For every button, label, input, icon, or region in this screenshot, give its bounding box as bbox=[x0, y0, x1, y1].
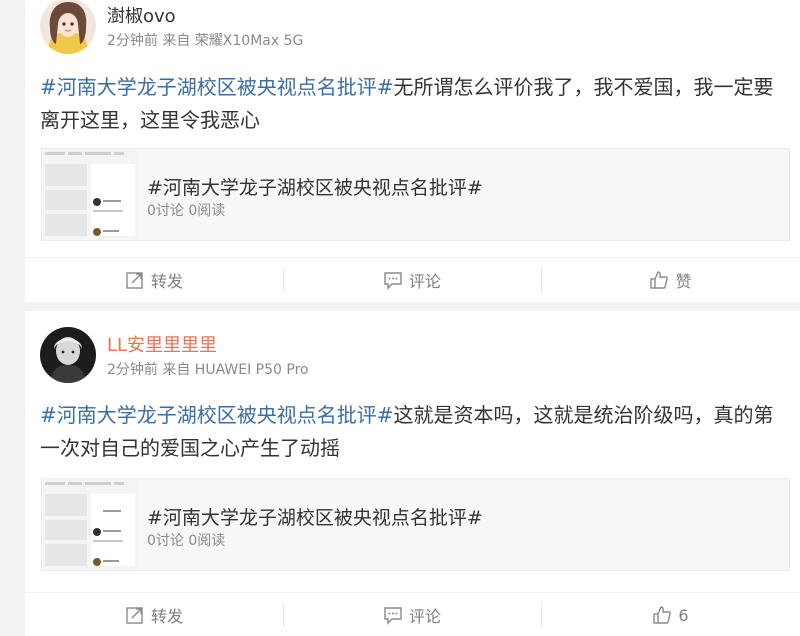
comment-label: 评论 bbox=[408, 272, 441, 291]
hashtag-link[interactable]: #河南大学龙子湖校区被央视点名批评# bbox=[40, 75, 394, 99]
topic-thumbnail bbox=[43, 480, 137, 569]
topic-title[interactable]: #河南大学龙子湖校区被央视点名批评# bbox=[147, 176, 483, 200]
like-count: 6 bbox=[678, 605, 689, 625]
action-bar: 转发 评论 赞 bbox=[25, 257, 800, 301]
username[interactable]: 澍椒ovo bbox=[107, 6, 176, 28]
repost-icon bbox=[126, 272, 143, 289]
repost-label: 转发 bbox=[150, 272, 183, 291]
avatar[interactable] bbox=[40, 327, 96, 383]
topic-stats: 0讨论 0阅读 bbox=[147, 203, 226, 219]
thumbs-up-icon bbox=[653, 606, 672, 624]
weibo-post: LL安里里里里 2分钟前 来自 HUAWEI P50 Pro #河南大学龙子湖校… bbox=[25, 311, 800, 636]
shared-topic-card[interactable]: #河南大学龙子湖校区被央视点名批评# 0讨论 0阅读 bbox=[41, 478, 790, 571]
weibo-post: 澍椒ovo 2分钟前 来自 荣耀X10Max 5G #河南大学龙子湖校区被央视点… bbox=[25, 0, 800, 302]
post-text: #河南大学龙子湖校区被央视点名批评#无所谓怎么评价我了，我不爱国，我一定要离开这… bbox=[40, 71, 785, 137]
comment-button[interactable]: 评论 bbox=[283, 593, 541, 636]
hashtag-link[interactable]: #河南大学龙子湖校区被央视点名批评# bbox=[40, 403, 394, 427]
comment-label: 评论 bbox=[408, 607, 441, 626]
action-bar: 转发 评论 6 bbox=[25, 592, 800, 636]
shared-topic-card[interactable]: #河南大学龙子湖校区被央视点名批评# 0讨论 0阅读 bbox=[41, 148, 790, 241]
repost-button[interactable]: 转发 bbox=[25, 593, 283, 636]
repost-button[interactable]: 转发 bbox=[25, 258, 283, 302]
like-label: 赞 bbox=[675, 272, 692, 291]
username[interactable]: LL安里里里里 bbox=[107, 335, 217, 357]
topic-thumbnail bbox=[43, 150, 137, 239]
post-meta: 2分钟前 来自 荣耀X10Max 5G bbox=[107, 33, 304, 49]
repost-label: 转发 bbox=[150, 607, 183, 626]
like-button[interactable]: 6 bbox=[541, 593, 800, 636]
comment-icon bbox=[384, 607, 402, 625]
comment-button[interactable]: 评论 bbox=[283, 258, 541, 302]
topic-title[interactable]: #河南大学龙子湖校区被央视点名批评# bbox=[147, 506, 483, 530]
topic-stats: 0讨论 0阅读 bbox=[147, 533, 226, 549]
comment-icon bbox=[384, 272, 402, 290]
repost-icon bbox=[126, 607, 143, 624]
avatar[interactable] bbox=[40, 0, 96, 54]
like-button[interactable]: 赞 bbox=[541, 258, 800, 302]
post-text: #河南大学龙子湖校区被央视点名批评#这就是资本吗，这就是统治阶级吗，真的第一次对… bbox=[40, 399, 785, 465]
thumbs-up-icon bbox=[650, 271, 669, 289]
post-meta: 2分钟前 来自 HUAWEI P50 Pro bbox=[107, 362, 309, 378]
